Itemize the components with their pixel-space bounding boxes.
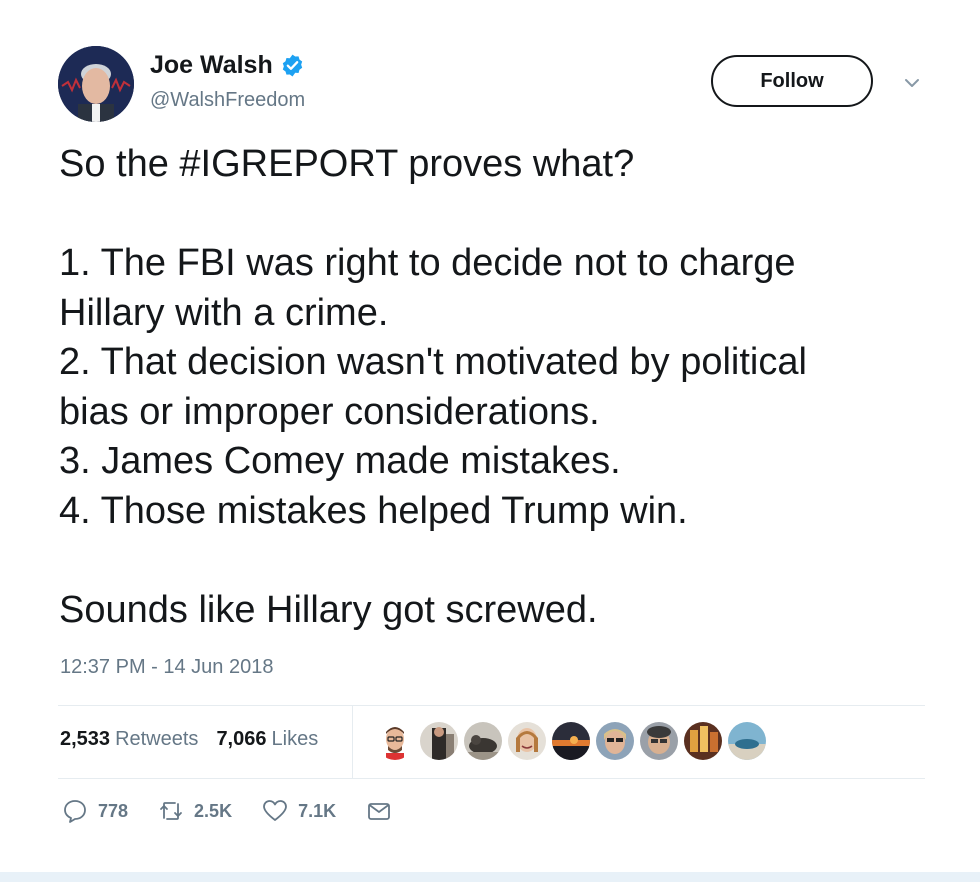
follow-button[interactable]: Follow [711,55,873,107]
liker-avatar[interactable] [684,722,722,760]
reply-icon [64,800,86,823]
tweet-text: So the #IGREPORT proves what? 1. The FBI… [59,143,807,631]
author-handle[interactable]: @WalshFreedom [150,89,305,112]
avatar[interactable] [58,46,134,122]
reply-button[interactable]: 778 [62,798,128,824]
liker-avatars [376,722,772,760]
liker-avatar[interactable] [552,722,590,760]
divider [352,705,353,778]
tweet-actions: 778 2.5K 7.1K [62,798,422,824]
likes-count: 7,066 [216,728,267,750]
liker-avatar[interactable] [376,722,414,760]
like-count: 7.1K [298,800,337,821]
likes-stat[interactable]: 7,066 Likes [216,728,318,751]
retweet-count: 2.5K [194,800,233,821]
verified-badge-icon [280,53,305,78]
liker-avatar[interactable] [464,722,502,760]
chevron-down-icon[interactable] [901,72,923,94]
liker-avatar[interactable] [596,722,634,760]
liker-avatar[interactable] [420,722,458,760]
divider [58,778,925,779]
retweets-stat[interactable]: 2,533 Retweets [60,728,198,751]
envelope-icon [368,803,391,820]
retweets-label: Retweets [115,728,199,750]
retweets-count: 2,533 [60,728,111,750]
direct-message-button[interactable] [366,798,392,824]
reply-count: 778 [98,800,129,821]
retweet-icon [160,802,182,820]
liker-avatar[interactable] [728,722,766,760]
page-background-strip [0,872,980,882]
heart-icon [263,800,287,821]
engagement-stats: 2,533 Retweets 7,066 Likes [60,728,336,751]
tweet-card: Joe Walsh @WalshFreedom Follow So the #I… [0,0,980,882]
tweet-timestamp[interactable]: 12:37 PM - 14 Jun 2018 [60,656,273,679]
liker-avatar[interactable] [640,722,678,760]
likes-label: Likes [271,728,319,750]
retweet-button[interactable]: 2.5K [158,798,232,824]
liker-avatar[interactable] [508,722,546,760]
like-button[interactable]: 7.1K [262,798,336,824]
divider [58,705,925,706]
author-name[interactable]: Joe Walsh [150,51,273,80]
